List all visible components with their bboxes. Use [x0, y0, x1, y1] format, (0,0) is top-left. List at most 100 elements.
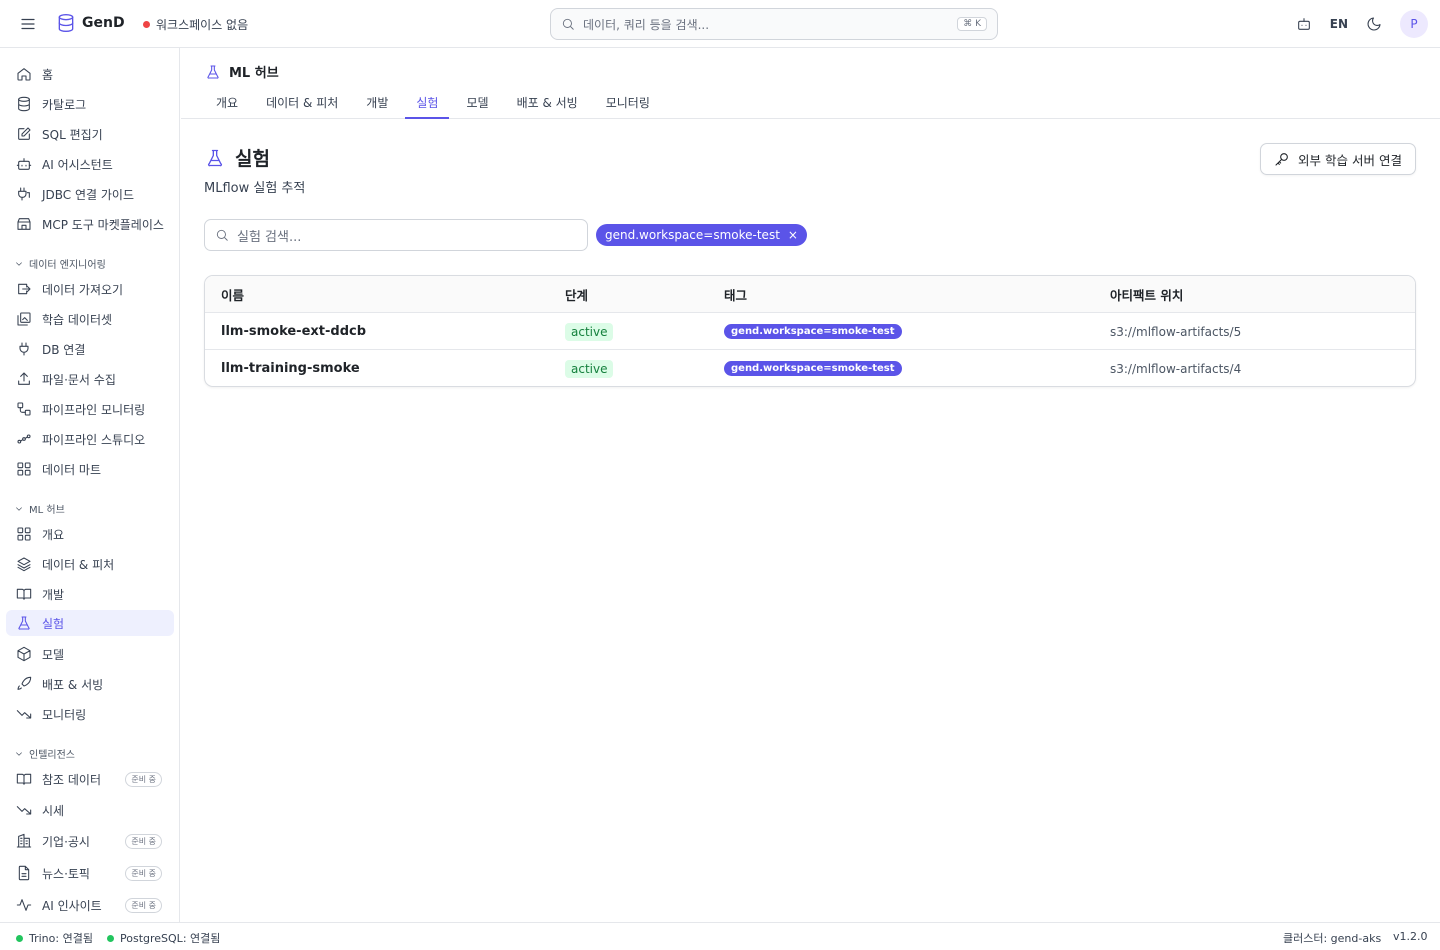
sidebar-item-data-mart[interactable]: 데이터 마트: [6, 456, 174, 482]
column-header-artifact-location[interactable]: 아티팩트 위치: [1110, 276, 1183, 313]
sidebar-item-label: 개요: [42, 527, 65, 542]
sidebar-item-label: 데이터 & 피처: [42, 557, 115, 572]
upload-icon: [16, 371, 32, 387]
book-open-icon: [16, 771, 32, 787]
coming-soon-badge: 준비 중: [125, 771, 162, 787]
chevron-down-icon: [14, 504, 24, 514]
connect-external-server-button[interactable]: 외부 학습 서버 연결: [1260, 143, 1416, 175]
sidebar-group-data-engineering[interactable]: 데이터 엔지니어링: [14, 256, 106, 271]
tab-models[interactable]: 모델: [455, 92, 499, 119]
table-row[interactable]: llm-smoke-ext-ddcb active gend.workspace…: [205, 313, 1415, 350]
sidebar-item-data-import[interactable]: 데이터 가져오기: [6, 276, 174, 302]
sidebar-item-catalog[interactable]: 카탈로그: [6, 91, 174, 117]
search-icon: [561, 17, 575, 31]
workflow-icon: [16, 401, 32, 417]
experiment-name[interactable]: llm-smoke-ext-ddcb: [221, 313, 366, 350]
trino-status: Trino: 연결됨: [16, 930, 93, 946]
sidebar-item-mcp-marketplace[interactable]: MCP 도구 마켓플레이스: [6, 211, 174, 237]
sidebar-item-market-prices[interactable]: 시세: [6, 797, 174, 823]
sidebar-item-reference-data[interactable]: 참조 데이터 준비 중: [6, 766, 174, 792]
sidebar-group-title: ML 허브: [29, 505, 65, 516]
column-header-name[interactable]: 이름: [221, 276, 244, 313]
app-logo[interactable]: GenD: [56, 13, 125, 33]
sidebar-item-label: 데이터 마트: [42, 462, 102, 477]
database-icon: [16, 96, 32, 112]
plug-icon: [16, 186, 32, 202]
user-avatar[interactable]: P: [1400, 10, 1428, 38]
top-bar: GenD 워크스페이스 없음 데이터, 쿼리 등을 검색... ⌘ K EN P: [0, 0, 1440, 48]
sidebar-group-title: 인텔리전스: [29, 750, 75, 761]
sidebar-item-ml-deploy-serving[interactable]: 배포 & 서빙: [6, 671, 174, 697]
tag-filter-label: gend.workspace=smoke-test: [605, 228, 780, 242]
workspace-selector[interactable]: 워크스페이스 없음: [143, 16, 248, 33]
tag-filter-chip[interactable]: gend.workspace=smoke-test ×: [596, 224, 807, 246]
sidebar-item-ml-models[interactable]: 모델: [6, 641, 174, 667]
app-version: v1.2.0: [1393, 930, 1428, 943]
database-logo-icon: [56, 13, 76, 33]
postgres-status: PostgreSQL: 연결됨: [107, 930, 220, 946]
sidebar-item-pipeline-monitoring[interactable]: 파이프라인 모니터링: [6, 396, 174, 422]
page-subtitle: MLflow 실험 추적: [204, 181, 306, 196]
sidebar-item-company-disclosure[interactable]: 기업·공시 준비 중: [6, 828, 174, 854]
close-icon[interactable]: ×: [788, 228, 798, 242]
tag-cell: gend.workspace=smoke-test: [724, 350, 902, 386]
box-icon: [16, 646, 32, 662]
hamburger-menu-icon[interactable]: [18, 14, 38, 34]
cluster-label: 클러스터: gend-aks: [1283, 932, 1382, 945]
experiment-search-input[interactable]: 실험 검색...: [204, 219, 588, 251]
workspace-status-label: 워크스페이스 없음: [156, 18, 249, 32]
global-search-input[interactable]: 데이터, 쿼리 등을 검색... ⌘ K: [550, 8, 998, 40]
sidebar-item-news-topics[interactable]: 뉴스·토픽 준비 중: [6, 860, 174, 886]
image-stack-icon: [16, 311, 32, 327]
sidebar-item-ml-data-features[interactable]: 데이터 & 피처: [6, 551, 174, 577]
sidebar-item-file-ingest[interactable]: 파일·문서 수집: [6, 366, 174, 392]
sidebar-item-jdbc-guide[interactable]: JDBC 연결 가이드: [6, 181, 174, 207]
tab-monitoring[interactable]: 모니터링: [595, 92, 661, 119]
sidebar-item-home[interactable]: 홈: [6, 61, 174, 87]
artifact-location: s3://mlflow-artifacts/4: [1110, 361, 1242, 376]
artifact-location: s3://mlflow-artifacts/5: [1110, 324, 1242, 339]
search-icon: [215, 228, 229, 242]
sidebar-item-db-connection[interactable]: DB 연결: [6, 336, 174, 362]
store-icon: [16, 216, 32, 232]
sidebar-group-title: 데이터 엔지니어링: [29, 260, 106, 271]
column-header-tags[interactable]: 태그: [724, 276, 747, 313]
language-toggle[interactable]: EN: [1330, 17, 1348, 31]
tab-deploy-serving[interactable]: 배포 & 서빙: [506, 92, 589, 119]
status-bar: Trino: 연결됨 PostgreSQL: 연결됨 클러스터: gend-ak…: [0, 922, 1440, 950]
sidebar-item-ml-monitoring[interactable]: 모니터링: [6, 701, 174, 727]
sidebar-item-sql-editor[interactable]: SQL 편집기: [6, 121, 174, 147]
sidebar-group-intelligence[interactable]: 인텔리전스: [14, 746, 75, 761]
sidebar-item-ai-insights[interactable]: AI 인사이트 준비 중: [6, 892, 174, 918]
grid-icon: [16, 526, 32, 542]
trino-status-label: Trino: 연결됨: [29, 932, 93, 945]
dark-mode-moon-icon[interactable]: [1366, 16, 1382, 32]
sidebar-item-pipeline-studio[interactable]: 파이프라인 스튜디오: [6, 426, 174, 452]
experiment-name[interactable]: llm-training-smoke: [221, 350, 360, 386]
search-shortcut-hint: ⌘ K: [957, 17, 987, 31]
tab-development[interactable]: 개발: [355, 92, 399, 119]
tab-overview[interactable]: 개요: [205, 92, 249, 119]
flask-icon: [205, 64, 221, 80]
tab-experiments[interactable]: 실험: [405, 92, 450, 119]
column-header-stage[interactable]: 단계: [565, 276, 588, 313]
bot-icon[interactable]: [1296, 16, 1312, 32]
sidebar-group-ml-hub[interactable]: ML 허브: [14, 501, 65, 516]
sidebar-item-ml-development[interactable]: 개발: [6, 581, 174, 607]
stage-badge: active: [565, 322, 614, 341]
sidebar-item-label: AI 인사이트: [42, 898, 102, 913]
sidebar-item-ai-assistant[interactable]: AI 어시스턴트: [6, 151, 174, 177]
experiments-table: 이름 단계 태그 아티팩트 위치 llm-smoke-ext-ddcb acti…: [204, 275, 1416, 387]
tab-data-features[interactable]: 데이터 & 피처: [255, 92, 349, 119]
sidebar-item-label: DB 연결: [42, 342, 86, 357]
sidebar-item-training-dataset[interactable]: 학습 데이터셋: [6, 306, 174, 332]
sidebar-item-ml-overview[interactable]: 개요: [6, 521, 174, 547]
chevron-down-icon: [14, 749, 24, 759]
postgres-status-label: PostgreSQL: 연결됨: [120, 932, 221, 945]
sidebar-item-label: SQL 편집기: [42, 127, 103, 142]
table-row[interactable]: llm-training-smoke active gend.workspace…: [205, 350, 1415, 386]
sidebar-item-label: MCP 도구 마켓플레이스: [42, 217, 164, 232]
coming-soon-badge: 준비 중: [125, 833, 162, 849]
main-content: ML 허브 개요 데이터 & 피처 개발 실험 모델 배포 & 서빙 모니터링 …: [181, 48, 1440, 922]
sidebar-item-ml-experiments[interactable]: 실험: [6, 610, 174, 636]
